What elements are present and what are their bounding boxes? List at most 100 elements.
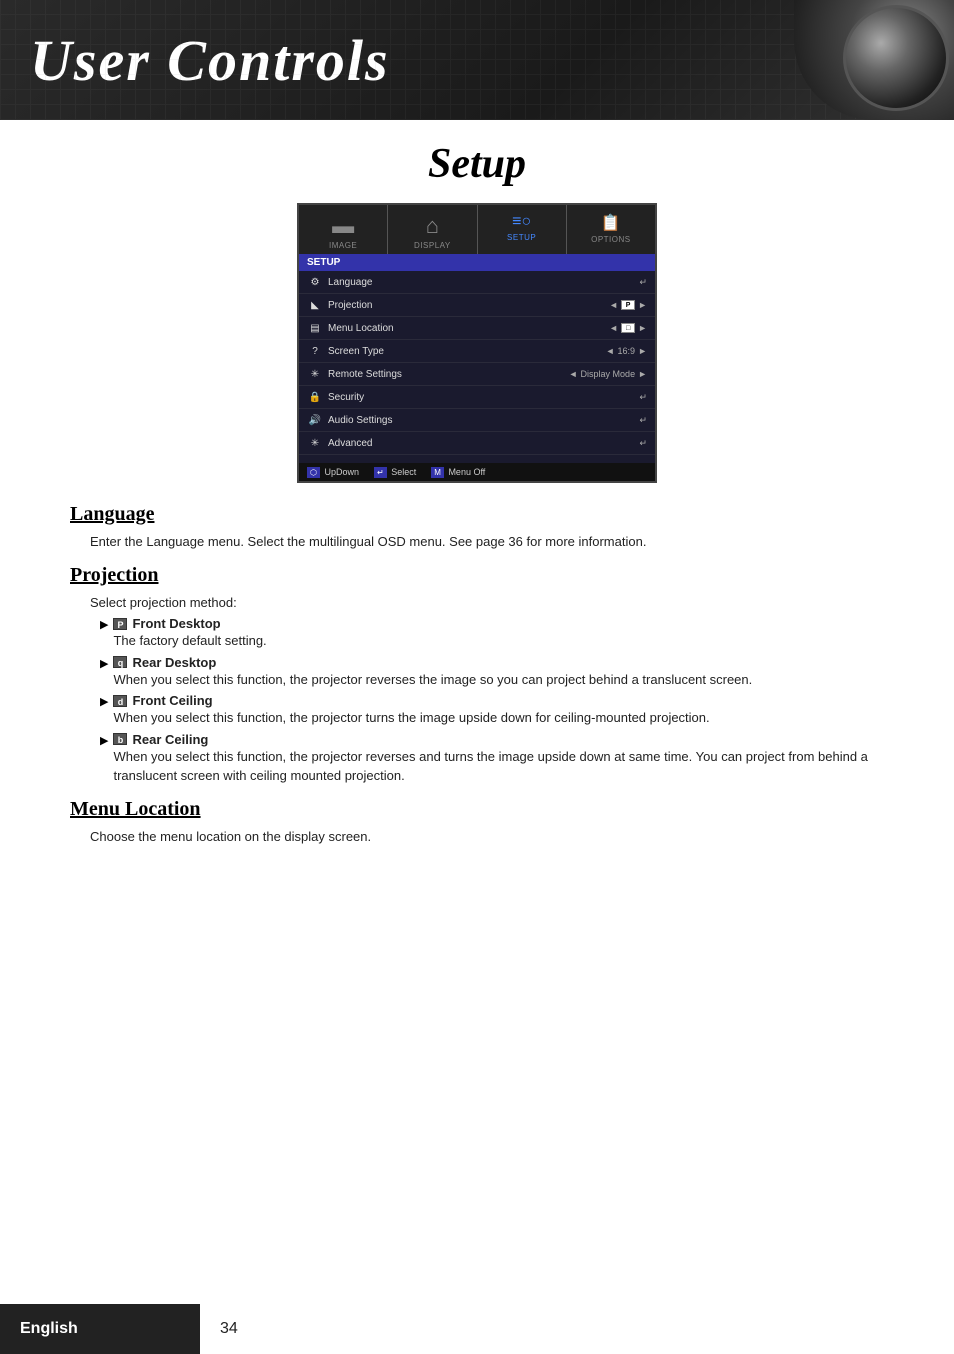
rear-ceiling-desc: When you select this function, the proje… <box>113 747 884 786</box>
right-arrow2-icon: ► <box>638 323 647 333</box>
right-arrow4-icon: ► <box>638 369 647 379</box>
advanced-row-label: Advanced <box>328 438 639 449</box>
setup-title: Setup <box>30 140 924 188</box>
page-footer: English 34 <box>0 1304 954 1354</box>
right-arrow-icon: ► <box>638 300 647 310</box>
rear-desktop-badge: q <box>113 656 127 668</box>
security-row-value: ↵ <box>639 392 647 403</box>
rear-desktop-desc: When you select this function, the proje… <box>113 670 884 690</box>
image-tab-label: IMAGE <box>329 241 357 250</box>
remote-settings-row-icon: ✳ <box>307 366 323 382</box>
projection-row-icon: ◣ <box>307 297 323 313</box>
front-ceiling-desc: When you select this function, the proje… <box>113 708 884 728</box>
updown-label: UpDown <box>325 467 360 477</box>
header: User Controls <box>0 0 954 120</box>
menuoff-indicator: M Menu Off <box>431 467 485 477</box>
bullet-rear-ceiling: ▶ b Rear Ceiling When you select this fu… <box>100 732 884 786</box>
footer-language: English <box>0 1304 200 1354</box>
bullet-content2: q Rear Desktop When you select this func… <box>113 655 884 690</box>
rear-ceiling-badge: b <box>113 733 127 745</box>
osd-tab-image[interactable]: ▬ IMAGE <box>299 205 388 254</box>
main-content: Setup ▬ IMAGE ⌂ DISPLAY ≡○ SETUP 📋 OPTIO… <box>0 120 954 880</box>
front-desktop-desc: The factory default setting. <box>113 631 884 651</box>
menu-location-heading: Menu Location <box>70 798 884 821</box>
bullet-arrow3-icon: ▶ <box>100 695 108 708</box>
bullet-content4: b Rear Ceiling When you select this func… <box>113 732 884 786</box>
osd-row-language[interactable]: ⚙ Language ↵ <box>299 271 655 294</box>
remote-settings-row-label: Remote Settings <box>328 369 569 380</box>
menuoff-icon: M <box>431 467 444 478</box>
osd-row-projection[interactable]: ◣ Projection ◄ P ► <box>299 294 655 317</box>
audio-settings-row-icon: 🔊 <box>307 412 323 428</box>
advanced-row-value: ↵ <box>639 438 647 449</box>
left-arrow-icon: ◄ <box>609 300 618 310</box>
footer-page-number: 34 <box>200 1312 258 1346</box>
language-row-value: ↵ <box>639 277 647 288</box>
display-tab-label: DISPLAY <box>414 241 451 250</box>
projection-intro: Select projection method: <box>90 593 884 613</box>
screen-type-row-icon: ? <box>307 343 323 359</box>
osd-row-security[interactable]: 🔒 Security ↵ <box>299 386 655 409</box>
osd-row-screen-type[interactable]: ? Screen Type ◄ 16:9 ► <box>299 340 655 363</box>
osd-tab-setup[interactable]: ≡○ SETUP <box>478 205 567 254</box>
language-row-label: Language <box>328 277 639 288</box>
content-body: Language Enter the Language menu. Select… <box>30 503 924 846</box>
bullet-content: P Front Desktop The factory default sett… <box>113 616 884 651</box>
bullet-arrow-icon: ▶ <box>100 618 108 631</box>
screen-type-value: 16:9 <box>618 346 636 356</box>
osd-row-advanced[interactable]: ✳ Advanced ↵ <box>299 432 655 455</box>
bullet-title4: b Rear Ceiling <box>113 732 884 747</box>
display-tab-icon: ⌂ <box>426 213 439 239</box>
security-row-icon: 🔒 <box>307 389 323 405</box>
screen-type-row-label: Screen Type <box>328 346 606 357</box>
options-tab-icon: 📋 <box>601 213 621 233</box>
projection-row-value: ◄ P ► <box>609 300 647 310</box>
language-heading: Language <box>70 503 884 526</box>
rear-ceiling-label: Rear Ceiling <box>132 732 208 747</box>
language-text: Enter the Language menu. Select the mult… <box>90 532 884 552</box>
updown-indicator: ⬡ UpDown <box>307 467 359 477</box>
page-title: User Controls <box>30 27 390 94</box>
front-desktop-label: Front Desktop <box>132 616 220 631</box>
menu-location-row-value: ◄ □ ► <box>609 323 647 333</box>
menu-location-row-label: Menu Location <box>328 323 609 334</box>
bullet-front-desktop: ▶ P Front Desktop The factory default se… <box>100 616 884 651</box>
menu-location-row-icon: ▤ <box>307 320 323 336</box>
screen-type-row-value: ◄ 16:9 ► <box>606 346 647 356</box>
osd-tab-display[interactable]: ⌂ DISPLAY <box>388 205 477 254</box>
front-ceiling-label: Front Ceiling <box>132 693 212 708</box>
setup-tab-icon: ≡○ <box>512 213 531 231</box>
updown-icon: ⬡ <box>307 467 320 478</box>
osd-tab-options[interactable]: 📋 OPTIONS <box>567 205 655 254</box>
audio-settings-row-label: Audio Settings <box>328 415 639 426</box>
bullet-title3: d Front Ceiling <box>113 693 884 708</box>
select-indicator: ↵ Select <box>374 467 416 477</box>
menuoff-label: Menu Off <box>448 467 485 477</box>
rear-desktop-label: Rear Desktop <box>132 655 216 670</box>
osd-row-menu-location[interactable]: ▤ Menu Location ◄ □ ► <box>299 317 655 340</box>
remote-settings-row-value: ◄ Display Mode ► <box>569 369 647 379</box>
advanced-row-icon: ✳ <box>307 435 323 451</box>
bullet-title2: q Rear Desktop <box>113 655 884 670</box>
left-arrow4-icon: ◄ <box>569 369 578 379</box>
menu-location-text: Choose the menu location on the display … <box>90 827 884 847</box>
osd-section-header: SETUP <box>299 254 655 271</box>
select-label: Select <box>391 467 416 477</box>
lens-decoration <box>794 0 954 120</box>
bullet-content3: d Front Ceiling When you select this fun… <box>113 693 884 728</box>
front-ceiling-badge: d <box>113 695 127 707</box>
bullet-rear-desktop: ▶ q Rear Desktop When you select this fu… <box>100 655 884 690</box>
osd-row-audio-settings[interactable]: 🔊 Audio Settings ↵ <box>299 409 655 432</box>
language-row-icon: ⚙ <box>307 274 323 290</box>
menu-location-badge: □ <box>621 323 635 333</box>
osd-tabs: ▬ IMAGE ⌂ DISPLAY ≡○ SETUP 📋 OPTIONS <box>299 205 655 254</box>
bullet-front-ceiling: ▶ d Front Ceiling When you select this f… <box>100 693 884 728</box>
projection-badge: P <box>621 300 635 310</box>
bullet-title: P Front Desktop <box>113 616 884 631</box>
front-desktop-badge: P <box>113 618 127 630</box>
options-tab-label: OPTIONS <box>591 235 631 244</box>
left-arrow2-icon: ◄ <box>609 323 618 333</box>
osd-row-remote-settings[interactable]: ✳ Remote Settings ◄ Display Mode ► <box>299 363 655 386</box>
left-arrow3-icon: ◄ <box>606 346 615 356</box>
remote-settings-value: Display Mode <box>581 369 636 379</box>
